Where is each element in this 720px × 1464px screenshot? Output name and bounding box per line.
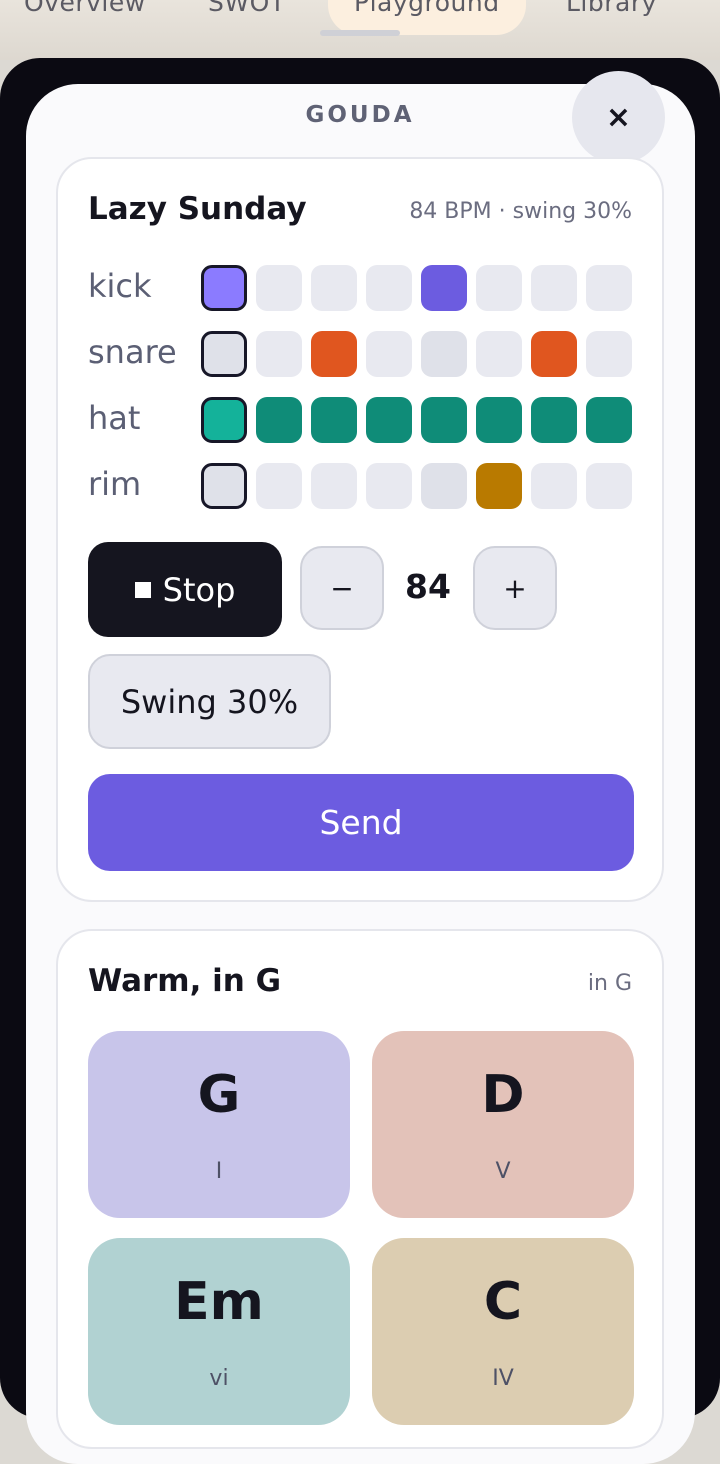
swing-label: Swing 30%: [120, 682, 299, 721]
step-snare-6[interactable]: [476, 331, 522, 377]
step-snare-1[interactable]: [201, 331, 247, 377]
chord-name: C: [483, 1272, 523, 1332]
beat-meta: 84 BPM · swing 30%: [409, 199, 632, 224]
chord-name: G: [197, 1065, 241, 1125]
step-hat-6[interactable]: [476, 397, 522, 443]
bpm-value: 84: [405, 567, 451, 606]
step-kick-2[interactable]: [256, 265, 302, 311]
beat-title: Lazy Sunday: [88, 191, 307, 227]
step-kick-4[interactable]: [366, 265, 412, 311]
step-hat-4[interactable]: [366, 397, 412, 443]
chord-roman-numeral: vi: [209, 1366, 229, 1391]
plus-icon: +: [503, 571, 527, 605]
send-button[interactable]: Send: [88, 774, 634, 871]
minus-icon: −: [330, 571, 354, 605]
step-snare-8[interactable]: [586, 331, 632, 377]
step-rim-2[interactable]: [256, 463, 302, 509]
chord-roman-numeral: V: [495, 1159, 511, 1184]
chord-name: Em: [174, 1272, 264, 1332]
chord-key: in G: [587, 971, 632, 996]
chord-roman-numeral: I: [215, 1159, 223, 1184]
chord-tile-em[interactable]: Em vi: [88, 1238, 350, 1425]
step-hat-1[interactable]: [201, 397, 247, 443]
track-label-rim: rim: [88, 465, 142, 503]
step-rim-7[interactable]: [531, 463, 577, 509]
sheet-content: GOUDA × Lazy Sunday 84 BPM · swing 30% k…: [0, 0, 720, 1449]
step-kick-5[interactable]: [421, 265, 467, 311]
track-label-snare: snare: [88, 333, 177, 371]
step-rim-1[interactable]: [201, 463, 247, 509]
step-snare-2[interactable]: [256, 331, 302, 377]
step-snare-4[interactable]: [366, 331, 412, 377]
step-hat-3[interactable]: [311, 397, 357, 443]
chord-tile-c[interactable]: C IV: [372, 1238, 634, 1425]
beat-card: Lazy Sunday 84 BPM · swing 30% kick snare…: [56, 157, 664, 902]
step-kick-8[interactable]: [586, 265, 632, 311]
chord-roman-numeral: IV: [492, 1366, 514, 1391]
stop-button[interactable]: Stop: [88, 542, 282, 637]
step-hat-5[interactable]: [421, 397, 467, 443]
step-kick-1[interactable]: [201, 265, 247, 311]
track-label-hat: hat: [88, 399, 141, 437]
swing-button[interactable]: Swing 30%: [88, 654, 331, 749]
stop-icon: [134, 581, 151, 598]
step-kick-3[interactable]: [311, 265, 357, 311]
track-label-kick: kick: [88, 267, 152, 305]
step-snare-3[interactable]: [311, 331, 357, 377]
step-rim-4[interactable]: [366, 463, 412, 509]
stop-label: Stop: [162, 570, 236, 609]
chord-name: D: [481, 1065, 525, 1125]
chord-progression-title: Warm, in G: [88, 963, 282, 999]
step-kick-6[interactable]: [476, 265, 522, 311]
chord-tile-g[interactable]: GI: [88, 1031, 350, 1218]
chord-tile-d[interactable]: DV: [372, 1031, 634, 1218]
step-snare-7[interactable]: [531, 331, 577, 377]
sheet-grabber[interactable]: [320, 30, 400, 36]
send-label: Send: [319, 803, 403, 842]
step-rim-6[interactable]: [476, 463, 522, 509]
step-kick-7[interactable]: [531, 265, 577, 311]
step-hat-2[interactable]: [256, 397, 302, 443]
step-rim-5[interactable]: [421, 463, 467, 509]
step-rim-3[interactable]: [311, 463, 357, 509]
step-snare-5[interactable]: [421, 331, 467, 377]
chord-card: Warm, in G in G G I D V Em vi C IV: [56, 929, 664, 1449]
step-hat-7[interactable]: [531, 397, 577, 443]
bpm-increase-button[interactable]: +: [473, 546, 557, 630]
close-icon: ×: [605, 100, 632, 135]
bpm-decrease-button[interactable]: −: [300, 546, 384, 630]
step-hat-8[interactable]: [586, 397, 632, 443]
step-rim-8[interactable]: [586, 463, 632, 509]
close-button[interactable]: ×: [572, 71, 665, 164]
